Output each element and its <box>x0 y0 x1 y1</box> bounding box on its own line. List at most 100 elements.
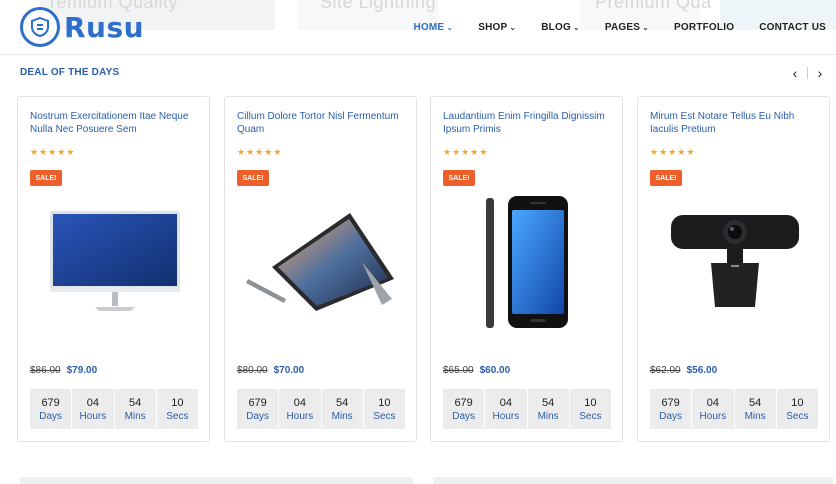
countdown-unit: Mins <box>331 410 353 422</box>
countdown-value: 679 <box>248 396 267 409</box>
countdown-mins: 54 Mins <box>115 389 157 429</box>
site-header: Rusu HOME ⌄ SHOP ⌄ BLOG ⌄ PAGES ⌄ PORTFOLIO … <box>0 0 836 55</box>
star-icon: ★ <box>650 147 659 157</box>
chevron-left-icon[interactable]: ‹ <box>787 65 803 81</box>
main-nav: HOME ⌄ SHOP ⌄ BLOG ⌄ PAGES ⌄ PORTFOLIO CONTA… <box>389 22 827 33</box>
star-icon: ★ <box>668 147 677 157</box>
bottom-banner <box>20 477 413 484</box>
countdown-hours: 04 Hours <box>72 389 115 429</box>
nav-label: BLOG <box>541 22 571 33</box>
countdown-hours: 04 Hours <box>485 389 528 429</box>
product-card[interactable]: Nostrum Exercitationem Itae Neque Nulla … <box>17 96 210 442</box>
star-icon: ★ <box>255 147 264 157</box>
deals-carousel: Nostrum Exercitationem Itae Neque Nulla … <box>17 96 833 442</box>
product-image-monitor[interactable] <box>30 192 200 332</box>
countdown-mins: 54 Mins <box>735 389 777 429</box>
product-image-tablet[interactable] <box>237 192 407 332</box>
chevron-down-icon: ⌄ <box>572 23 580 32</box>
countdown-days: 679 Days <box>443 389 486 429</box>
countdown-unit: Hours <box>286 410 314 422</box>
countdown-value: 679 <box>661 396 680 409</box>
old-price: $80.00 <box>237 365 268 376</box>
star-icon: ★ <box>461 147 470 157</box>
price-row: $65.00 $60.00 <box>443 365 510 376</box>
chevron-right-icon[interactable]: › <box>812 65 828 81</box>
sale-badge: SALE! <box>443 170 475 186</box>
product-card[interactable]: Cillum Dolore Tortor Nisl Fermentum Quam… <box>224 96 417 442</box>
countdown-value: 04 <box>293 396 306 409</box>
star-rating: ★ ★ ★ ★ ★ <box>30 148 74 157</box>
star-icon: ★ <box>264 147 273 157</box>
countdown-unit: Days <box>659 410 683 422</box>
nav-portfolio[interactable]: PORTFOLIO <box>674 22 734 33</box>
sale-badge: SALE! <box>650 170 682 186</box>
product-image-phone[interactable] <box>443 192 613 332</box>
countdown-unit: Hours <box>492 410 520 422</box>
countdown-secs: 10 Secs <box>364 389 405 429</box>
countdown-mins: 54 Mins <box>528 389 570 429</box>
countdown-unit: Hours <box>699 410 727 422</box>
nav-contact-us[interactable]: CONTACT US <box>759 22 826 33</box>
star-icon: ★ <box>66 147 75 157</box>
countdown-secs: 10 Secs <box>157 389 198 429</box>
countdown-value: 54 <box>129 396 142 409</box>
star-icon: ★ <box>677 147 686 157</box>
new-price: $60.00 <box>479 365 511 376</box>
countdown-secs: 10 Secs <box>777 389 818 429</box>
chevron-down-icon: ⌄ <box>642 23 650 32</box>
countdown-days: 679 Days <box>30 389 73 429</box>
star-icon: ★ <box>452 147 461 157</box>
product-card[interactable]: Laudantium Enim Fringilla Dignissim Ipsu… <box>430 96 623 442</box>
slider-arrows: ‹ › <box>787 65 828 81</box>
sale-badge: SALE! <box>30 170 62 186</box>
countdown-unit: Days <box>452 410 476 422</box>
old-price: $62.00 <box>650 365 681 376</box>
nav-blog[interactable]: BLOG ⌄ <box>541 22 580 33</box>
chevron-down-icon: ⌄ <box>446 23 454 32</box>
new-price: $70.00 <box>273 365 305 376</box>
countdown-value: 54 <box>542 396 555 409</box>
nav-home[interactable]: HOME ⌄ <box>414 22 454 33</box>
countdown-value: 679 <box>454 396 473 409</box>
countdown-mins: 54 Mins <box>322 389 364 429</box>
star-icon: ★ <box>273 147 282 157</box>
star-rating: ★ ★ ★ ★ ★ <box>237 148 281 157</box>
countdown-value: 04 <box>499 396 512 409</box>
price-row: $86.00 $79.00 <box>30 365 97 376</box>
logo-text: Rusu <box>64 10 145 44</box>
product-title[interactable]: Mirum Est Notare Tellus Eu Nibh Iaculis … <box>650 110 822 136</box>
star-icon: ★ <box>246 147 255 157</box>
bottom-banner <box>433 477 833 484</box>
countdown-unit: Secs <box>166 410 189 422</box>
new-price: $79.00 <box>66 365 98 376</box>
countdown-unit: Days <box>39 410 63 422</box>
countdown-unit: Mins <box>537 410 559 422</box>
countdown-unit: Days <box>246 410 270 422</box>
product-card[interactable]: Mirum Est Notare Tellus Eu Nibh Iaculis … <box>637 96 830 442</box>
countdown-value: 04 <box>86 396 99 409</box>
countdown-unit: Hours <box>79 410 107 422</box>
countdown-unit: Secs <box>786 410 809 422</box>
old-price: $86.00 <box>30 365 61 376</box>
product-image-webcam[interactable] <box>650 192 820 332</box>
star-rating: ★ ★ ★ ★ ★ <box>650 148 694 157</box>
nav-label: HOME <box>413 22 445 33</box>
product-title[interactable]: Laudantium Enim Fringilla Dignissim Ipsu… <box>443 110 615 136</box>
countdown-hours: 04 Hours <box>692 389 735 429</box>
old-price: $65.00 <box>443 365 474 376</box>
site-logo[interactable]: Rusu <box>20 7 144 47</box>
price-row: $80.00 $70.00 <box>237 365 304 376</box>
star-icon: ★ <box>48 147 57 157</box>
nav-shop[interactable]: SHOP ⌄ <box>478 22 516 33</box>
star-rating: ★ ★ ★ ★ ★ <box>443 148 487 157</box>
product-title[interactable]: Cillum Dolore Tortor Nisl Fermentum Quam <box>237 110 409 136</box>
countdown-secs: 10 Secs <box>570 389 611 429</box>
nav-label: CONTACT US <box>759 22 826 33</box>
countdown-timer: 679 Days 04 Hours 54 Mins 10 Secs <box>30 389 198 429</box>
product-title[interactable]: Nostrum Exercitationem Itae Neque Nulla … <box>30 110 202 136</box>
star-icon: ★ <box>686 147 695 157</box>
nav-pages[interactable]: PAGES ⌄ <box>605 22 649 33</box>
star-icon: ★ <box>659 147 668 157</box>
star-icon: ★ <box>237 147 246 157</box>
countdown-timer: 679 Days 04 Hours 54 Mins 10 Secs <box>237 389 405 429</box>
